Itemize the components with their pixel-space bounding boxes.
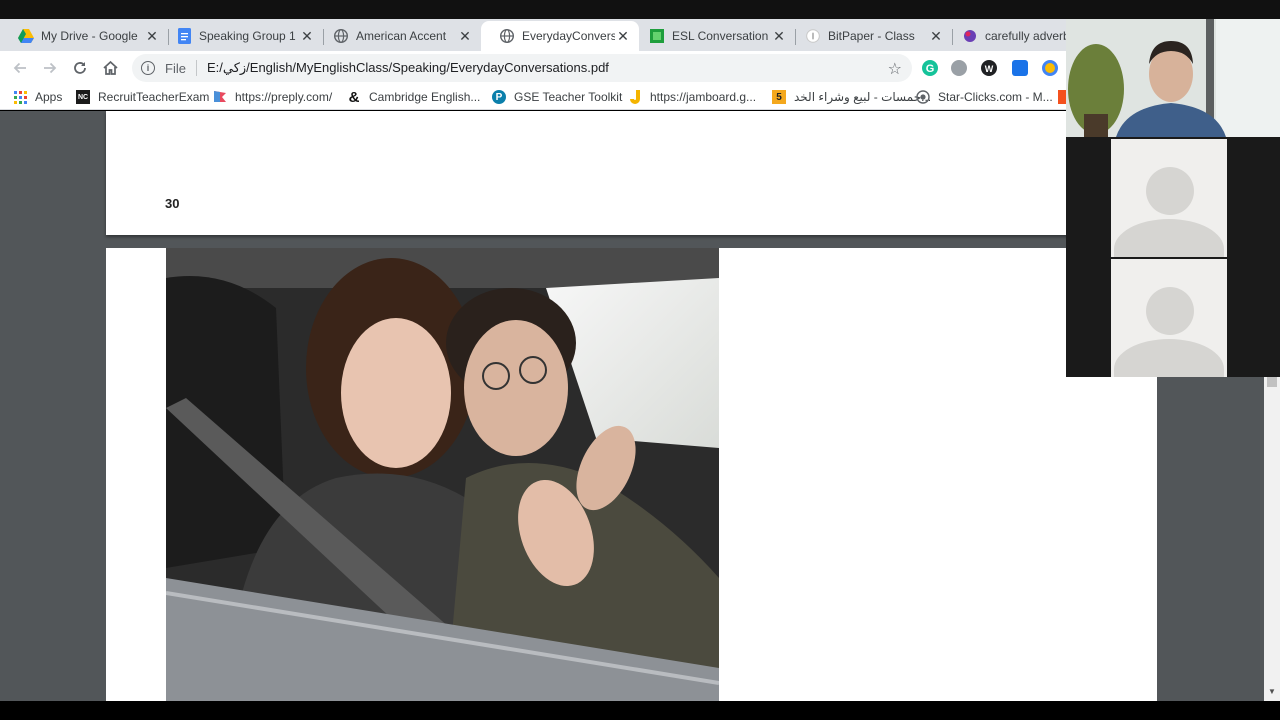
screen: My Drive - Google ✕ Speaking Group 1 | ✕… (0, 0, 1280, 720)
bookmark-label: RecruitTeacherExam (98, 90, 210, 104)
bookmark-label: https://jamboard.g... (650, 90, 757, 104)
ampersand-icon: & (348, 88, 360, 106)
bookmark-overflow[interactable] (1058, 89, 1066, 105)
bookmark-star-clicks[interactable]: Star-Clicks.com - M... (916, 89, 1053, 105)
nc-icon: NC (76, 90, 90, 104)
tab-title: BitPaper - Class (828, 29, 915, 43)
info-icon[interactable]: i (141, 61, 155, 75)
orange-bookmark-icon (1058, 90, 1066, 104)
extension-icon[interactable] (951, 60, 967, 76)
video-tile-participant[interactable] (1066, 259, 1280, 377)
pdf-page (106, 248, 1157, 701)
bookmark-star-icon[interactable]: ☆ (888, 59, 902, 79)
bookmark-khamsat[interactable]: 5 خمسات - لبيع وشراء الخد... (772, 89, 931, 105)
copy-extension-icon[interactable] (1012, 60, 1028, 76)
car-conversation-photo (166, 248, 719, 701)
avatar (1111, 259, 1227, 377)
tab-speaking-group[interactable]: Speaking Group 1 | ✕ (158, 21, 323, 51)
video-call-panel (1066, 19, 1280, 377)
avatar-head (1146, 167, 1194, 215)
grammarly-icon[interactable]: G (922, 60, 938, 76)
tab-carefully-adverb[interactable]: carefully adverb (944, 21, 1066, 51)
back-icon[interactable] (8, 56, 32, 80)
tab-american-accent[interactable]: American Accent ✕ (315, 21, 481, 51)
url-text[interactable]: E:/زكي/English/MyEnglishClass/Speaking/E… (207, 60, 609, 76)
close-icon[interactable]: ✕ (928, 28, 944, 45)
apps-grid-icon (13, 90, 27, 104)
pearson-icon: P (492, 90, 506, 104)
bookmarks-bar: Apps NC RecruitTeacherExam https://prepl… (0, 85, 1066, 110)
tab-title: ESL Conversation C (672, 29, 771, 43)
avatar-shoulders (1114, 219, 1224, 257)
close-icon[interactable]: ✕ (457, 28, 473, 45)
tab-esl-conversation[interactable]: ESL Conversation C ✕ (631, 21, 795, 51)
bookmark-gse-teacher-toolkit[interactable]: P GSE Teacher Toolkit (492, 89, 622, 105)
avatar-shoulders (1114, 339, 1224, 377)
avatar (1111, 139, 1227, 257)
page-number: 30 (165, 196, 180, 211)
tab-strip: My Drive - Google ✕ Speaking Group 1 | ✕… (0, 19, 1066, 51)
tab-title: My Drive - Google (41, 29, 138, 43)
pdf-page: 30 (106, 111, 1157, 235)
khamsat-icon: 5 (772, 90, 786, 104)
color-extension-icon[interactable] (1042, 60, 1058, 76)
bookmark-apps[interactable]: Apps (13, 89, 62, 105)
browser-toolbar: i File E:/زكي/English/MyEnglishClass/Spe… (0, 51, 1066, 85)
tab-title: carefully adverb (985, 29, 1066, 43)
url-scheme-label: File (165, 60, 186, 76)
bookmark-label: GSE Teacher Toolkit (514, 90, 623, 104)
word-extension-icon[interactable]: W (981, 60, 997, 76)
top-black-bar (0, 0, 1280, 19)
google-drive-icon (18, 28, 34, 44)
bookmark-label: https://preply.com/ (235, 90, 333, 104)
video-tile-participant[interactable] (1066, 139, 1280, 257)
tab-everyday-conversations[interactable]: EverydayConversati ✕ (481, 21, 639, 51)
forward-icon[interactable] (38, 56, 62, 80)
bookmark-cambridge-english[interactable]: & Cambridge English... (347, 88, 481, 106)
close-icon[interactable]: ✕ (771, 28, 787, 45)
home-icon[interactable] (98, 56, 122, 80)
star-clicks-icon (916, 90, 930, 104)
bitpaper-icon (805, 28, 821, 44)
divider (195, 60, 197, 76)
green-square-icon (649, 28, 665, 44)
tab-my-drive[interactable]: My Drive - Google ✕ (0, 21, 168, 51)
reload-icon[interactable] (68, 56, 92, 80)
avatar-head (1146, 287, 1194, 335)
close-icon[interactable]: ✕ (299, 28, 315, 45)
tab-title: Speaking Group 1 | (199, 29, 299, 43)
tab-bitpaper[interactable]: BitPaper - Class ✕ (787, 21, 952, 51)
jamboard-icon (628, 90, 642, 104)
purple-orb-icon (962, 28, 978, 44)
bookmark-label: Cambridge English... (369, 90, 481, 104)
bottom-black-bar (0, 701, 1280, 720)
tab-title: EverydayConversati (522, 29, 615, 43)
bookmark-preply[interactable]: https://preply.com/ (213, 89, 332, 105)
globe-icon (333, 28, 349, 44)
bookmark-label: Star-Clicks.com - M... (938, 90, 1053, 104)
tab-title: American Accent (356, 29, 447, 43)
address-bar[interactable]: i File E:/زكي/English/MyEnglishClass/Spe… (132, 54, 912, 82)
close-icon[interactable]: ✕ (615, 28, 631, 45)
scroll-down-icon[interactable]: ▼ (1268, 687, 1276, 696)
google-docs-icon (176, 28, 192, 44)
globe-icon (499, 28, 515, 44)
video-tile-presenter[interactable] (1066, 19, 1280, 137)
presenter-webcam (1066, 19, 1280, 137)
bookmark-label: Apps (35, 90, 63, 104)
bookmark-label: خمسات - لبيع وشراء الخد... (794, 90, 932, 104)
bookmark-jamboard[interactable]: https://jamboard.g... (628, 89, 756, 105)
bookmark-recruit-teacher-exam[interactable]: NC RecruitTeacherExam (76, 89, 209, 105)
svg-text:G: G (926, 63, 935, 75)
svg-text:W: W (985, 64, 994, 74)
flag-icon (213, 90, 227, 104)
